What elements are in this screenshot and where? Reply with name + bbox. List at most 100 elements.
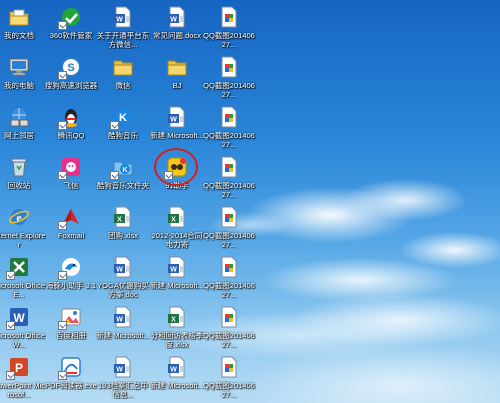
- desktop-icon-label: 新建 Microsoft...: [150, 131, 204, 140]
- desktop-icon-label: 回收站: [7, 181, 31, 190]
- word-document-icon: W: [166, 106, 188, 128]
- svg-text:P: P: [15, 361, 23, 375]
- desktop-icon-label: 百度相册: [56, 331, 86, 340]
- desktop-icon-label: YOGA优惠购买方案.doc: [97, 281, 149, 299]
- kugou-music-icon: K: [110, 106, 134, 130]
- desktop-icon-kugou-folder[interactable]: K 酷狗音乐文件夹: [96, 154, 150, 204]
- desktop-icon-word-document[interactable]: W YOGA优惠购买方案.doc: [96, 254, 150, 304]
- desktop-icon-foxmail[interactable]: Foxmail: [44, 204, 98, 254]
- desktop-icon-qq-screenshot[interactable]: QQ截图20140627...: [202, 204, 256, 254]
- desktop-icon-qq-screenshot[interactable]: QQ截图20140627...: [202, 354, 256, 403]
- desktop-icon-qq-screenshot[interactable]: QQ截图20140627...: [202, 254, 256, 304]
- shortcut-arrow-icon: [58, 71, 67, 80]
- desktop-icon-recycle-bin[interactable]: 回收站: [0, 154, 46, 204]
- desktop-icon-label: 我的文档: [4, 31, 34, 40]
- my-computer-icon: [8, 56, 30, 78]
- shortcut-arrow-icon: [6, 321, 15, 330]
- svg-text:X: X: [171, 317, 176, 324]
- word-document-icon: W: [112, 6, 134, 28]
- shortcut-arrow-icon: [58, 271, 67, 280]
- qq-screenshot-icon: [218, 306, 240, 328]
- desktop-icon-folder[interactable]: BJ: [150, 54, 204, 104]
- desktop-icon-label: 2012-2014合同电力寄: [151, 231, 203, 249]
- desktop-icon-excel-app[interactable]: Microsoft Office E...: [0, 254, 46, 304]
- desktop-icon-label: QQ截图20140627...: [203, 131, 255, 149]
- desktop-icon-label: 新建 Microsoft...: [150, 381, 204, 390]
- desktop-icon-word-document[interactable]: W 193档案汇总中信息...: [96, 354, 150, 403]
- desktop-icon-fetion[interactable]: 飞信: [44, 154, 98, 204]
- desktop-icon-label: 海豚小助手 3.1: [45, 281, 96, 290]
- desktop-icon-baidu-album[interactable]: 百度相册: [44, 304, 98, 354]
- desktop-icon-label: 我的电脑: [4, 81, 34, 90]
- svg-text:W: W: [116, 267, 123, 274]
- desktop-icon-label: QQ截图20140627...: [203, 381, 255, 399]
- desktop-icon-word-document[interactable]: W 新建 Microsoft...: [150, 104, 204, 154]
- desktop-icon-my-computer[interactable]: 我的电脑: [0, 54, 46, 104]
- svg-text:S: S: [67, 62, 74, 74]
- shortcut-arrow-icon: [58, 21, 67, 30]
- desktop-icon-word-app[interactable]: W Microsoft Office W...: [0, 304, 46, 354]
- sogou-browser-icon: S: [58, 56, 82, 80]
- shortcut-arrow-icon: [58, 171, 67, 180]
- desktop-icon-word-document[interactable]: W 常见问题.docx: [150, 4, 204, 54]
- desktop-icon-excel-document[interactable]: X 2012-2014合同电力寄: [150, 204, 204, 254]
- qq-screenshot-icon: [218, 106, 240, 128]
- desktop-icon-kugou-music[interactable]: K 酷狗音乐: [96, 104, 150, 154]
- shortcut-arrow-icon: [110, 171, 119, 180]
- svg-text:W: W: [13, 311, 25, 325]
- shortcut-arrow-icon: [58, 221, 67, 230]
- my-documents-icon: [8, 6, 30, 28]
- desktop-icon-word-document[interactable]: W 关于开通平台东方微信...: [96, 4, 150, 54]
- svg-text:W: W: [170, 267, 177, 274]
- word-document-icon: W: [112, 306, 134, 328]
- svg-text:W: W: [116, 17, 123, 24]
- svg-text:W: W: [116, 317, 123, 324]
- desktop-icon-network-places[interactable]: 网上邻居: [0, 104, 46, 154]
- qq-screenshot-icon: [218, 56, 240, 78]
- desktop-icon-360-software-manager[interactable]: 360软件管家: [44, 4, 98, 54]
- desktop-icon-label: PDF阅读器.exe: [45, 381, 97, 390]
- desktop-icon-label: Foxmail: [57, 231, 85, 240]
- svg-text:W: W: [170, 117, 177, 124]
- desktop-icon-powerpoint-app[interactable]: P PowerPoint Microsof...: [0, 354, 46, 403]
- desktop-icon-label: 酷狗音乐: [108, 131, 138, 140]
- desktop-icon-excel-document[interactable]: X 团购.xlsx: [96, 204, 150, 254]
- svg-text:K: K: [122, 167, 127, 174]
- desktop-icon-label: 腾讯QQ: [57, 131, 85, 140]
- shortcut-arrow-icon: [110, 121, 119, 130]
- desktop-icon-word-document[interactable]: W 新建 Microsoft...: [150, 354, 204, 403]
- desktop-icon-qq-screenshot[interactable]: QQ截图20140627...: [202, 104, 256, 154]
- svg-text:K: K: [119, 112, 127, 124]
- word-document-icon: W: [166, 356, 188, 378]
- desktop-icon-qq-screenshot[interactable]: QQ截图20140627...: [202, 304, 256, 354]
- fetion-icon: [58, 156, 82, 180]
- word-document-icon: W: [166, 256, 188, 278]
- svg-text:W: W: [170, 367, 177, 374]
- excel-app-icon: [6, 256, 30, 280]
- desktop-icon-folder[interactable]: 微信: [96, 54, 150, 104]
- desktop-icon-tencent-qq[interactable]: 腾讯QQ: [44, 104, 98, 154]
- desktop-icon-excel-document[interactable]: X 分租回访表格季度.xlsx: [150, 304, 204, 354]
- folder-icon: [112, 56, 134, 78]
- shortcut-arrow-icon: [58, 321, 67, 330]
- desktop[interactable]: 我的文档 360软件管家 W 关于开通平台东方微信... W 常见问题.docx QQ截图2…: [0, 0, 500, 403]
- desktop-icon-qq-screenshot[interactable]: QQ截图20140627...: [202, 154, 256, 204]
- excel-document-icon: X: [166, 306, 188, 328]
- desktop-icon-qq-screenshot[interactable]: QQ截图20140627...: [202, 4, 256, 54]
- desktop-icon-internet-explorer[interactable]: e Internet Explorer: [0, 204, 46, 254]
- desktop-icon-sogou-browser[interactable]: S 搜狗高速浏览器: [44, 54, 98, 104]
- desktop-icon-word-document[interactable]: W 新建 Microsoft...: [96, 304, 150, 354]
- desktop-icon-dolphin-assistant[interactable]: 海豚小助手 3.1: [44, 254, 98, 304]
- desktop-icon-label: QQ截图20140627...: [203, 81, 255, 99]
- desktop-icon-label: 酷狗音乐文件夹: [96, 181, 150, 190]
- desktop-icon-pdf-reader[interactable]: PDF阅读器.exe: [44, 354, 98, 403]
- recycle-bin-icon: [8, 156, 30, 178]
- desktop-icon-my-documents[interactable]: 我的文档: [0, 4, 46, 54]
- word-document-icon: W: [112, 256, 134, 278]
- desktop-icon-label: Internet Explorer: [0, 231, 46, 249]
- desktop-icon-word-document[interactable]: W 新建 Microsoft...: [150, 254, 204, 304]
- desktop-icon-qq-screenshot[interactable]: QQ截图20140627...: [202, 54, 256, 104]
- desktop-icon-label: 飞信: [63, 181, 79, 190]
- desktop-icon-label: 微信: [115, 81, 131, 90]
- desktop-icon-label: Microsoft Office W...: [0, 331, 45, 349]
